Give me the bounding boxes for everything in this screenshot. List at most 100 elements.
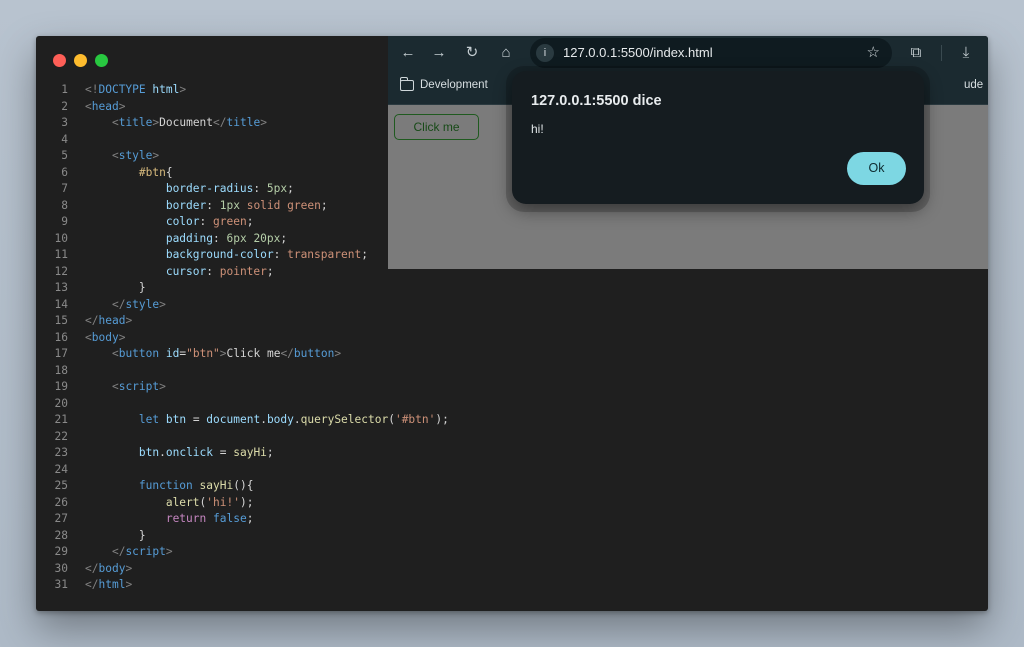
line-number: 7 bbox=[61, 182, 68, 195]
forward-arrow-icon[interactable]: → bbox=[431, 45, 447, 61]
line-number: 10 bbox=[54, 231, 68, 245]
code-line: 13 } bbox=[36, 280, 988, 297]
line-number: 28 bbox=[54, 528, 68, 542]
code-text: } bbox=[85, 281, 146, 294]
code-text: #btn{ bbox=[138, 165, 173, 179]
code-line: 27 return false; bbox=[36, 511, 988, 528]
line-number: 25 bbox=[54, 479, 68, 492]
line-number: 18 bbox=[54, 363, 68, 377]
zoom-window-button[interactable] bbox=[95, 54, 108, 67]
line-number: 3 bbox=[61, 116, 68, 129]
code-text: return false; bbox=[165, 512, 254, 525]
code-text: </script> bbox=[111, 545, 173, 558]
code-text: btn.onclick = sayHi; bbox=[138, 446, 274, 459]
window-controls bbox=[53, 54, 108, 67]
code-line: 23 btn.onclick = sayHi; bbox=[36, 445, 988, 462]
code-text: </html> bbox=[85, 578, 133, 591]
code-text: <script> bbox=[111, 380, 166, 393]
line-number: 5 bbox=[61, 149, 68, 162]
code-line: 24 bbox=[36, 462, 988, 479]
click-me-button[interactable]: Click me bbox=[394, 114, 479, 140]
code-text: background-color: transparent; bbox=[165, 248, 368, 261]
line-number: 26 bbox=[54, 495, 68, 509]
line-number: 19 bbox=[54, 380, 68, 393]
line-number: 29 bbox=[54, 545, 68, 558]
url-text: 127.0.0.1:5500/index.html bbox=[563, 45, 713, 60]
code-line: 19 <script> bbox=[36, 379, 988, 396]
extensions-icon[interactable]: ⧉ bbox=[908, 45, 924, 61]
code-text: </style> bbox=[111, 297, 166, 311]
code-text: padding: 6px 20px; bbox=[165, 231, 288, 245]
alert-ok-button[interactable]: Ok bbox=[847, 152, 906, 185]
line-number: 14 bbox=[54, 297, 68, 311]
toolbar-divider bbox=[941, 45, 942, 61]
code-text: <button id="btn">Click me</button> bbox=[111, 347, 342, 360]
code-text: color: green; bbox=[165, 215, 254, 228]
code-text: border: 1px solid green; bbox=[165, 198, 328, 212]
address-bar[interactable]: i 127.0.0.1:5500/index.html ☆ bbox=[530, 38, 892, 68]
code-text: </body> bbox=[85, 561, 133, 575]
code-text: cursor: pointer; bbox=[165, 264, 274, 278]
code-line: 14 </style> bbox=[36, 297, 988, 314]
code-line: 31 </html> bbox=[36, 577, 988, 594]
alert-message: hi! bbox=[531, 122, 544, 136]
code-line: 21 let btn = document.body.querySelector… bbox=[36, 412, 988, 429]
line-number: 24 bbox=[54, 462, 68, 476]
line-number: 21 bbox=[54, 413, 68, 426]
download-icon[interactable]: ⤓ bbox=[958, 45, 974, 61]
folder-icon bbox=[400, 76, 414, 91]
browser-toolbar: ← → ↻ ⌂ i 127.0.0.1:5500/index.html ☆ ⧉ … bbox=[388, 36, 988, 70]
code-text: let btn = document.body.querySelector('#… bbox=[138, 413, 449, 426]
alert-dialog: 127.0.0.1:5500 dice hi! Ok bbox=[512, 71, 924, 204]
code-text: <style> bbox=[111, 149, 160, 162]
line-number: 30 bbox=[54, 561, 68, 575]
code-line: 15 </head> bbox=[36, 313, 988, 330]
bookmark-star-icon[interactable]: ☆ bbox=[867, 38, 880, 68]
code-text: <head> bbox=[85, 99, 126, 113]
code-line: 25 function sayHi(){ bbox=[36, 478, 988, 495]
line-number: 22 bbox=[54, 429, 68, 443]
line-number: 31 bbox=[54, 578, 68, 591]
minimize-window-button[interactable] bbox=[74, 54, 87, 67]
code-line: 28 } bbox=[36, 528, 988, 545]
home-icon[interactable]: ⌂ bbox=[498, 45, 514, 61]
line-number: 23 bbox=[54, 446, 68, 459]
bookmark-folder-development[interactable]: Development bbox=[400, 76, 488, 91]
code-line: 29 </script> bbox=[36, 544, 988, 561]
code-text: border-radius: 5px; bbox=[165, 182, 294, 195]
line-number: 11 bbox=[54, 248, 68, 261]
code-line: 16 <body> bbox=[36, 330, 988, 347]
code-text: </head> bbox=[85, 314, 133, 327]
code-line: 26 alert('hi!'); bbox=[36, 495, 988, 512]
line-number: 20 bbox=[54, 396, 68, 410]
line-number: 2 bbox=[61, 99, 68, 113]
code-text: <!DOCTYPE html> bbox=[85, 83, 187, 96]
close-window-button[interactable] bbox=[53, 54, 66, 67]
line-number: 16 bbox=[54, 330, 68, 344]
code-text: } bbox=[85, 528, 146, 542]
line-number: 15 bbox=[54, 314, 68, 327]
code-line: 30 </body> bbox=[36, 561, 988, 578]
line-number: 9 bbox=[61, 215, 68, 228]
code-text: <body> bbox=[85, 330, 126, 344]
line-number: 6 bbox=[61, 165, 68, 179]
code-text: alert('hi!'); bbox=[165, 495, 254, 509]
code-line: 22 bbox=[36, 429, 988, 446]
alert-title: 127.0.0.1:5500 dice bbox=[531, 93, 662, 109]
line-number: 17 bbox=[54, 347, 68, 360]
code-line: 20 bbox=[36, 396, 988, 413]
line-number: 27 bbox=[54, 512, 68, 525]
line-number: 13 bbox=[54, 281, 68, 294]
bookmark-folder-label: Development bbox=[420, 79, 488, 91]
line-number: 4 bbox=[61, 132, 68, 146]
code-line: 18 bbox=[36, 363, 988, 380]
line-number: 8 bbox=[61, 198, 68, 212]
code-line: 17 <button id="btn">Click me</button> bbox=[36, 346, 988, 363]
line-number: 1 bbox=[61, 83, 68, 96]
site-info-icon[interactable]: i bbox=[536, 44, 554, 62]
line-number: 12 bbox=[54, 264, 68, 278]
code-text: <title>Document</title> bbox=[111, 116, 267, 129]
reload-icon[interactable]: ↻ bbox=[464, 45, 480, 61]
back-arrow-icon[interactable]: ← bbox=[400, 45, 416, 61]
bookmark-truncated-label[interactable]: ude bbox=[964, 79, 983, 91]
